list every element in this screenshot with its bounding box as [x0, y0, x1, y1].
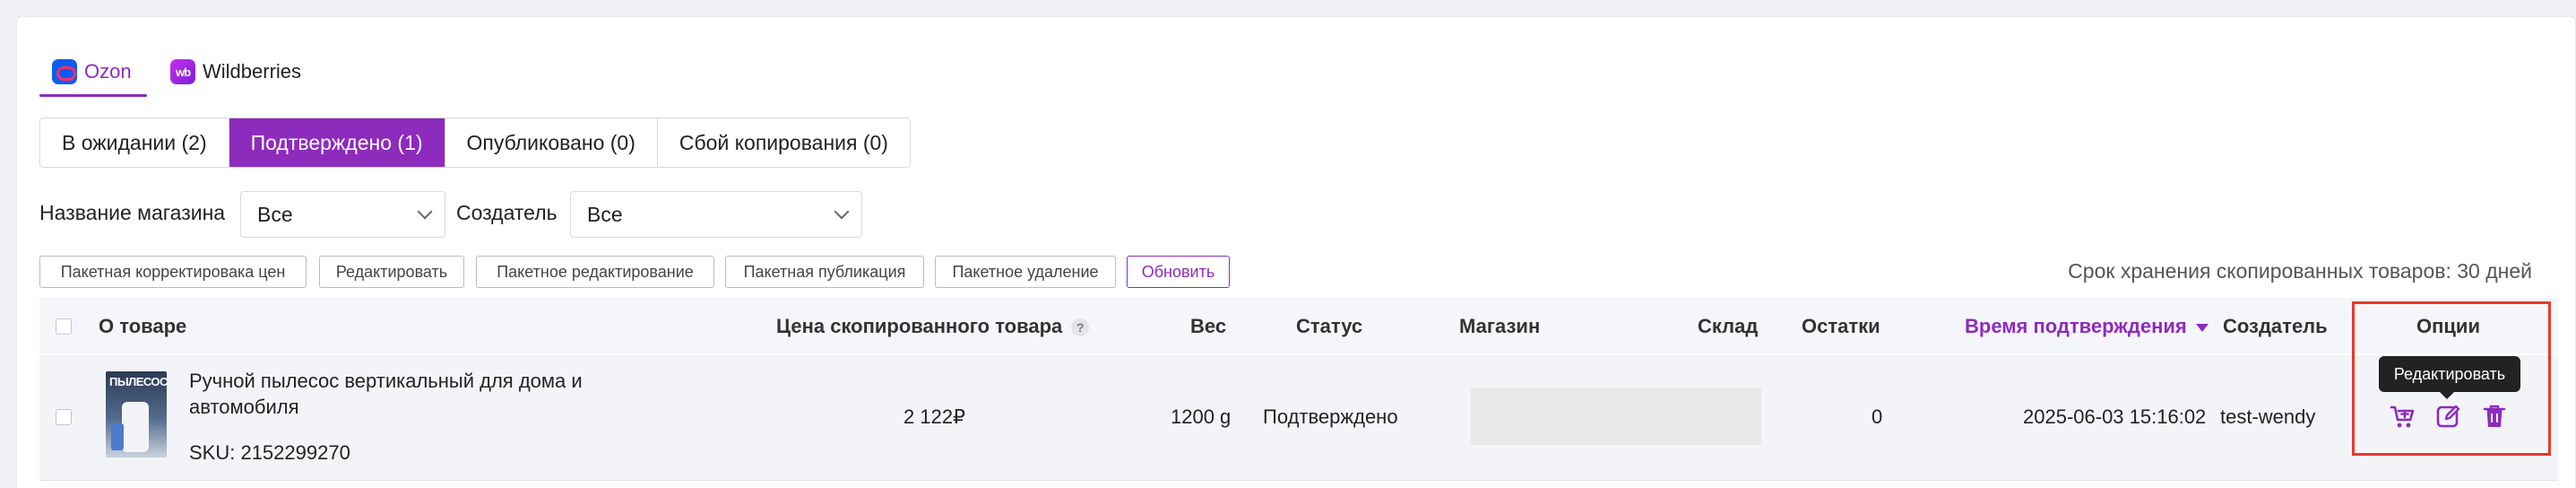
- batch-price-adjust-button[interactable]: Пакетная корректировака цен: [39, 256, 307, 288]
- page: Ozon wb Wildberries В ожидании (2) Подтв…: [0, 0, 2576, 488]
- active-tab-underline: [39, 94, 147, 97]
- status-tab-copy-failed[interactable]: Сбой копирования (0): [657, 118, 910, 167]
- sort-desc-icon[interactable]: [2195, 323, 2209, 332]
- edit-tooltip: Редактировать: [2379, 356, 2520, 399]
- retention-note: Срок хранения скопированных товаров: 30 …: [2068, 259, 2532, 283]
- header-stock: Остатки: [1802, 315, 1880, 337]
- cell-stock: 0: [1871, 405, 1883, 428]
- creator-filter-select[interactable]: Все: [570, 191, 862, 238]
- tab-wildberries-label: Wildberries: [203, 60, 302, 83]
- wildberries-logo-icon: wb: [170, 59, 195, 84]
- header-warehouse: Склад: [1698, 315, 1759, 337]
- header-confirm-time-label: Время подтверждения: [1965, 315, 2187, 337]
- batch-edit-button[interactable]: Пакетное редактирование: [476, 256, 714, 288]
- header-store: Магазин: [1459, 315, 1541, 337]
- cell-confirm-time: 2025-06-03 15:16:02: [2023, 405, 2207, 428]
- batch-delete-button[interactable]: Пакетное удаление: [935, 256, 1116, 288]
- store-filter-select[interactable]: Все: [240, 191, 445, 238]
- creator-filter-value: Все: [587, 202, 623, 226]
- batch-publish-button[interactable]: Пакетная публикация: [725, 256, 924, 288]
- status-tab-confirmed[interactable]: Подтверждено (1): [229, 118, 445, 167]
- product-sku: SKU: 2152299270: [189, 441, 350, 464]
- ozon-logo-icon: [52, 59, 77, 84]
- status-tabs: В ожидании (2) Подтверждено (1) Опублико…: [39, 118, 911, 168]
- header-copied-price: Цена скопированного товара?: [776, 315, 1090, 338]
- chevron-down-icon: [834, 204, 850, 220]
- header-copied-price-label: Цена скопированного товара: [776, 315, 1063, 337]
- store-filter-label: Название магазина: [39, 201, 226, 224]
- product-title[interactable]: Ручной пылесос вертикальный для дома и а…: [189, 368, 619, 420]
- cell-creator: test-wendy: [2220, 405, 2316, 428]
- refresh-button[interactable]: Обновить: [1127, 256, 1230, 288]
- cell-weight: 1200 g: [1171, 405, 1232, 428]
- header-product: О товаре: [99, 315, 187, 337]
- header-confirm-time[interactable]: Время подтверждения: [1965, 315, 2209, 338]
- edit-icon[interactable]: [2434, 402, 2463, 431]
- edit-button[interactable]: Редактировать: [319, 256, 464, 288]
- chevron-down-icon: [417, 204, 433, 220]
- accessory-illustration: [111, 423, 124, 450]
- product-thumbnail[interactable]: ПЫЛЕСОС: [106, 371, 167, 458]
- cell-status: Подтверждено: [1263, 405, 1398, 428]
- cell-price: 2 122₽: [903, 405, 966, 428]
- header-status: Статус: [1296, 315, 1363, 337]
- header-weight: Вес: [1190, 315, 1227, 337]
- vacuum-illustration: [122, 402, 149, 452]
- cell-store-placeholder: [1471, 388, 1761, 445]
- tab-ozon-label: Ozon: [84, 60, 132, 83]
- row-checkbox[interactable]: [56, 409, 72, 425]
- product-thumbnail-text: ПЫЛЕСОС: [109, 375, 167, 388]
- help-icon[interactable]: ?: [1071, 318, 1090, 337]
- cart-plus-icon[interactable]: [2389, 402, 2417, 431]
- trash-icon[interactable]: [2480, 402, 2509, 431]
- status-tab-pending[interactable]: В ожидании (2): [40, 118, 229, 167]
- tab-ozon[interactable]: Ozon: [52, 47, 132, 97]
- tab-wildberries[interactable]: wb Wildberries: [170, 47, 301, 97]
- store-filter-value: Все: [257, 202, 293, 226]
- status-tab-published[interactable]: Опубликовано (0): [445, 118, 658, 167]
- select-all-checkbox[interactable]: [56, 318, 72, 335]
- creator-filter-label: Создатель: [456, 201, 558, 224]
- header-creator: Создатель: [2223, 315, 2328, 337]
